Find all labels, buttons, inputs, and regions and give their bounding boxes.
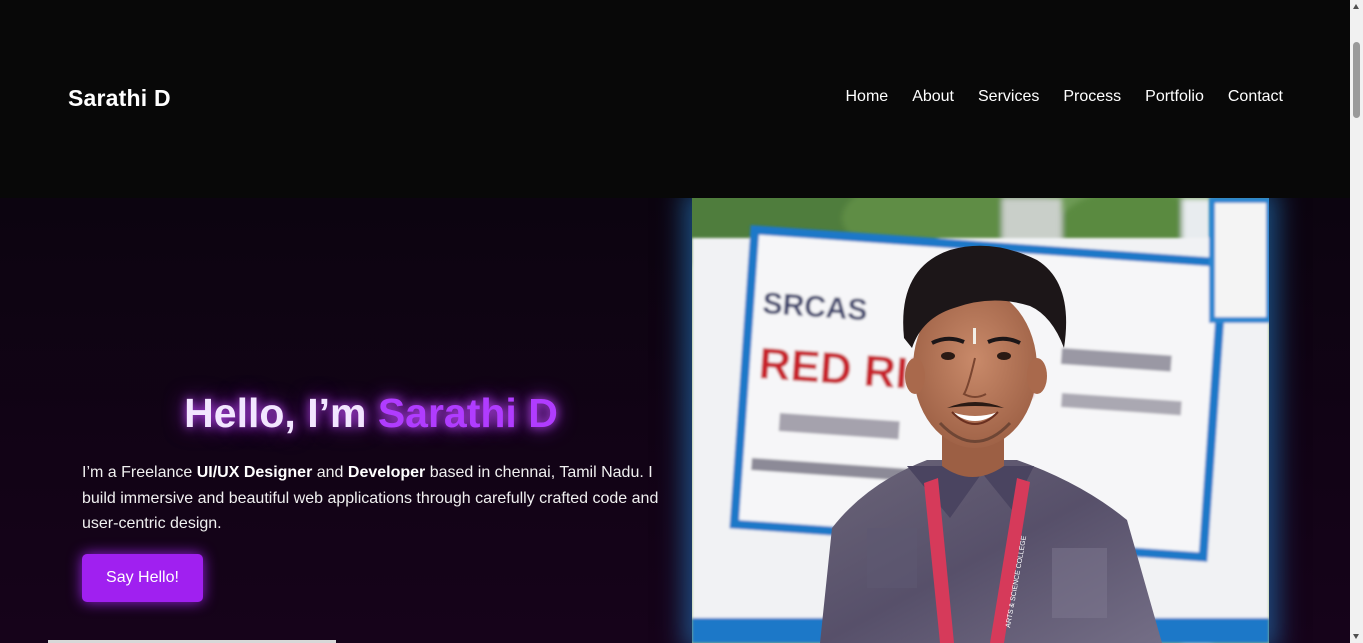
scroll-up-arrow-icon[interactable] [1353,4,1359,9]
nav-about-link[interactable]: About [912,88,954,106]
hero-heading: Hello, I’m Sarathi D [0,390,742,437]
hero-description: I’m a Freelance UI/UX Designer and Devel… [82,460,672,537]
hero-desc-role-developer: Developer [347,464,426,481]
hero-desc-role-designer: UI/UX Designer [196,464,313,481]
brand-logo[interactable]: Sarathi D [68,85,171,112]
nav-process-link[interactable]: Process [1063,88,1121,106]
page: Sarathi D Home About Services Process Po… [0,0,1363,643]
nav-services-link[interactable]: Services [978,88,1039,106]
scroll-down-arrow-icon[interactable] [1353,634,1359,639]
nav-portfolio-link[interactable]: Portfolio [1145,88,1204,106]
nav-home-link[interactable]: Home [846,88,889,106]
scroll-thumb[interactable] [1353,42,1360,118]
hero-section: Hello, I’m Sarathi D I’m a Freelance UI/… [0,198,1350,643]
hero-greeting: Hello, I’m [184,390,378,436]
main-nav: Home About Services Process Portfolio Co… [846,88,1284,106]
nav-contact-link[interactable]: Contact [1228,88,1283,106]
vertical-scrollbar[interactable] [1350,0,1363,643]
profile-photo-illustration: SRCAS RED RIBBON ARTS & SCIENCE COLLEGE [692,198,1269,643]
site-header: Sarathi D Home About Services Process Po… [0,0,1350,198]
say-hello-button[interactable]: Say Hello! [82,554,203,602]
hero-name: Sarathi D [377,390,558,436]
hero-desc-text: and [312,464,348,481]
hero-desc-text: I’m a Freelance [82,464,197,481]
profile-photo: SRCAS RED RIBBON ARTS & SCIENCE COLLEGE [692,198,1269,643]
